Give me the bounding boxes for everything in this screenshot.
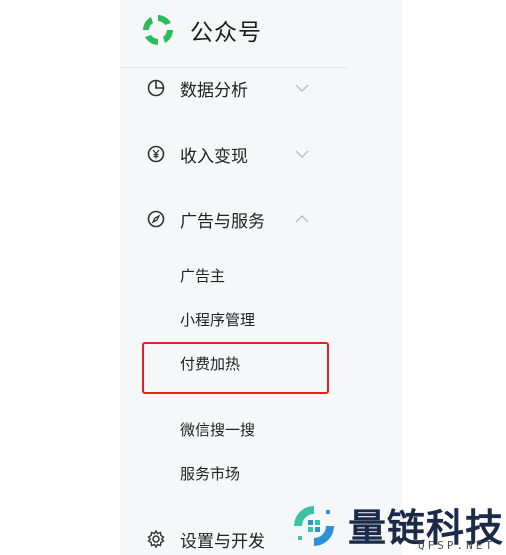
chevron-down-icon[interactable] [294,83,310,93]
submenu-item-advertiser[interactable]: 广告主 [180,266,225,288]
watermark-logo-icon [294,506,334,546]
menu-item-data-analysis[interactable]: 数据分析 [146,74,326,102]
compass-icon [147,210,165,228]
pie-chart-icon [147,79,165,97]
submenu-item-wechat-search[interactable]: 微信搜一搜 [180,420,255,442]
app-title: 公众号 [190,19,262,45]
yen-icon [147,145,165,163]
highlight-annotation-box [142,342,329,394]
header-divider [120,67,348,68]
menu-item-label: 数据分析 [180,80,248,100]
watermark-domain: QFSP.NET [418,539,495,552]
menu-item-label: 设置与开发 [180,531,265,551]
app-header[interactable]: 公众号 [140,10,262,50]
menu-item-label: 广告与服务 [180,211,265,231]
menu-item-monetization[interactable]: 收入变现 [146,140,326,168]
chevron-down-icon[interactable] [294,149,310,159]
wechat-official-account-logo-icon [143,15,173,45]
submenu-item-mini-program-management[interactable]: 小程序管理 [180,310,255,332]
page: 公众号 数据分析 收入变现 广告与服务 广告主 小程序管理 付费加热 微信搜一搜… [0,0,506,555]
menu-item-ads-and-services[interactable]: 广告与服务 [146,205,326,233]
menu-item-label: 收入变现 [180,146,248,166]
submenu-item-service-market[interactable]: 服务市场 [180,464,240,486]
watermark: 量链科技 QFSP.NET [286,495,506,555]
gear-icon [147,529,165,549]
chevron-up-icon[interactable] [294,214,310,224]
